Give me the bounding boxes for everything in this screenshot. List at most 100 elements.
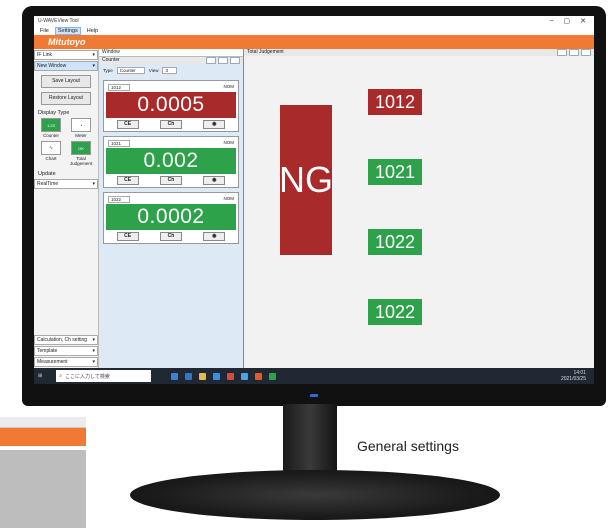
judgement-item: 1021: [368, 159, 422, 185]
windows-start-icon[interactable]: ⊞: [38, 373, 42, 379]
counter-buttons: CE Ch ◉: [106, 174, 236, 185]
taskbar-search[interactable]: ⌕ ここに入力して検索: [56, 370, 152, 382]
display-type-chart[interactable]: ∿ Chart: [37, 141, 65, 166]
minimize-icon[interactable]: [206, 57, 216, 64]
close-icon[interactable]: [230, 57, 240, 64]
view-label: View: [148, 68, 159, 73]
window-controls: [557, 49, 594, 56]
side-preview-titlebar: [0, 417, 86, 428]
view-select[interactable]: 3: [162, 67, 177, 74]
type-select[interactable]: Counter: [116, 67, 145, 74]
maximize-icon[interactable]: [218, 57, 228, 64]
calc-ch-setting[interactable]: Calculation, Ch setting ▾: [34, 335, 98, 345]
display-type-meter[interactable]: ◔ Meter: [67, 118, 95, 138]
eye-icon[interactable]: ◉: [203, 232, 226, 241]
mail-icon[interactable]: [227, 372, 235, 380]
counter-icon: 1.23: [41, 118, 61, 132]
maximize-icon[interactable]: ▢: [564, 17, 571, 25]
display-type-label: Counter: [42, 133, 59, 138]
general-settings-caption: General settings: [357, 438, 459, 454]
menu-settings[interactable]: Settings: [54, 26, 81, 35]
counter-value: 0.002: [106, 148, 236, 174]
unit-dropdown[interactable]: IF Link ▾: [34, 50, 98, 60]
overall-judgement: NG: [279, 105, 333, 255]
settings-panel: IF Link ▾ New Window ▾ Save Layout Resto…: [34, 49, 99, 368]
app-icon[interactable]: [241, 372, 249, 380]
edge-icon[interactable]: [185, 372, 193, 380]
taskbar: ⊞ ⌕ ここに入力して検索 14:01 2021/03/25: [34, 368, 594, 384]
search-icon: ⌕: [59, 373, 63, 379]
monitor-stand-base: [130, 470, 500, 520]
task-view-icon[interactable]: [171, 372, 179, 380]
ce-button[interactable]: CE: [116, 120, 139, 129]
app-body: IF Link ▾ New Window ▾ Save Layout Resto…: [34, 49, 594, 368]
display-type-heading: Display Type: [38, 110, 70, 116]
eye-icon[interactable]: ◉: [203, 176, 226, 185]
search-placeholder: ここに入力して検索: [65, 373, 110, 380]
display-type-judgement[interactable]: OK Total Judgement: [67, 141, 95, 166]
menu-file[interactable]: File: [38, 28, 51, 34]
power-led: [310, 394, 318, 397]
app-icon[interactable]: [255, 372, 263, 380]
bottom-settings: Calculation, Ch setting ▾ Template ▾ Measu…: [34, 334, 98, 368]
update-heading: Update: [38, 171, 56, 177]
chevron-down-icon: ▾: [92, 337, 95, 343]
channel-select[interactable]: 1022: [108, 196, 131, 203]
file-explorer-icon[interactable]: [199, 372, 207, 380]
maximize-icon[interactable]: [569, 49, 579, 56]
app-title: U-WAVEView Tool: [38, 18, 79, 24]
chart-icon: ∿: [41, 141, 61, 155]
new-window-label: New Window: [37, 63, 67, 69]
window-tab[interactable]: Window: [99, 49, 243, 57]
ce-button[interactable]: CE: [116, 232, 139, 241]
eye-icon[interactable]: ◉: [203, 120, 226, 129]
window-controls: – ▢ ✕: [550, 17, 590, 25]
app-screen: U-WAVEView Tool – ▢ ✕ File Settings Help…: [34, 16, 594, 384]
chevron-down-icon: ▾: [92, 52, 95, 58]
counter-value: 0.0002: [106, 204, 236, 230]
update-dropdown[interactable]: RealTime ▾: [34, 179, 98, 189]
minimize-icon[interactable]: [557, 49, 567, 56]
taskbar-apps: [171, 372, 277, 380]
chevron-down-icon: ▾: [92, 348, 95, 354]
counter-header: 1022 NOM: [106, 195, 236, 204]
channel-select[interactable]: 1021: [108, 140, 131, 147]
channel-select[interactable]: 1012: [108, 84, 131, 91]
ce-button[interactable]: CE: [116, 176, 139, 185]
ch-button[interactable]: Ch: [159, 176, 182, 185]
side-preview-image: [0, 417, 86, 528]
measurement-setting[interactable]: Measurement ▾: [34, 357, 98, 367]
side-preview-brandbar: [0, 428, 86, 446]
counter-panel: 1021 NOM 0.002 CE Ch ◉: [103, 136, 239, 188]
system-tray-clock[interactable]: 14:01 2021/03/25: [561, 370, 594, 382]
total-judgement-window: Total Judgement NG 1012 1021 1022 1022: [244, 49, 594, 368]
ch-button[interactable]: Ch: [159, 120, 182, 129]
counter-type-bar: Type Counter View 3: [99, 64, 243, 77]
save-layout-button[interactable]: Save Layout: [41, 75, 91, 88]
minimize-icon[interactable]: –: [550, 17, 554, 25]
close-icon[interactable]: ✕: [580, 17, 586, 25]
clock-date: 2021/03/25: [560, 376, 586, 382]
mitutoyo-logo: Mitutoyo: [48, 37, 86, 47]
display-type-label: Chart: [45, 156, 57, 161]
menu-help[interactable]: Help: [85, 28, 100, 34]
counter-window: Window Counter Type Counter View 3 1012 …: [99, 49, 244, 368]
close-icon[interactable]: [581, 49, 591, 56]
ch-button[interactable]: Ch: [159, 232, 182, 241]
app-icon[interactable]: [269, 372, 277, 380]
store-icon[interactable]: [213, 372, 221, 380]
nom-tag: NOM: [223, 196, 235, 201]
update-value: RealTime: [37, 181, 59, 187]
display-type-counter[interactable]: 1.23 Counter: [37, 118, 65, 138]
restore-layout-button[interactable]: Restore Layout: [41, 92, 91, 105]
app-titlebar: U-WAVEView Tool – ▢ ✕: [34, 16, 594, 26]
menu-bar: File Settings Help: [34, 26, 594, 35]
counter-panel: 1022 NOM 0.0002 CE Ch ◉: [103, 192, 239, 244]
display-type-label: Total Judgement: [69, 156, 93, 166]
chevron-down-icon: ▾: [92, 181, 95, 187]
counter-value: 0.0005: [106, 92, 236, 118]
display-type-label: Meter: [75, 133, 87, 138]
template-setting[interactable]: Template ▾: [34, 346, 98, 356]
monitor: U-WAVEView Tool – ▢ ✕ File Settings Help…: [22, 6, 606, 406]
new-window-dropdown[interactable]: New Window ▾: [34, 61, 98, 71]
